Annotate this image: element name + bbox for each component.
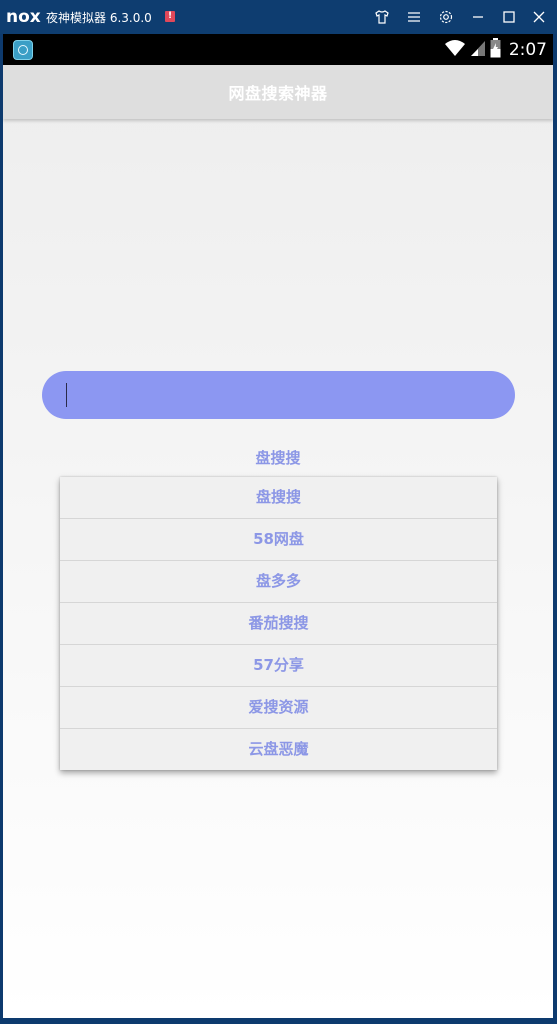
menu-icon[interactable] xyxy=(404,7,424,27)
engine-option-fanqiesousou[interactable]: 番茄搜搜 xyxy=(60,603,497,645)
engine-option-pansousou[interactable]: 盘搜搜 xyxy=(60,477,497,519)
alert-badge[interactable]: ! xyxy=(165,11,175,22)
maximize-icon[interactable] xyxy=(499,7,519,27)
emulator-title: 夜神模拟器 6.3.0.0 xyxy=(46,11,152,25)
engine-option-58wangpan[interactable]: 58网盘 xyxy=(60,519,497,561)
status-bar: 2:07 xyxy=(3,34,553,65)
emulator-title-bar: nox 夜神模拟器 6.3.0.0 ! xyxy=(0,0,557,34)
engine-option-aisouziyuan[interactable]: 爱搜资源 xyxy=(60,687,497,729)
nox-logo: nox xyxy=(6,7,41,27)
search-input[interactable] xyxy=(42,371,515,419)
battery-icon xyxy=(490,38,501,62)
engine-option-57fenxiang[interactable]: 57分享 xyxy=(60,645,497,687)
status-right: 2:07 xyxy=(444,38,547,62)
skin-icon[interactable] xyxy=(372,7,392,27)
engine-option-panduoduo[interactable]: 盘多多 xyxy=(60,561,497,603)
engine-option-yunpanemo[interactable]: 云盘恶魔 xyxy=(60,729,497,770)
status-clock: 2:07 xyxy=(508,40,547,60)
text-cursor xyxy=(66,383,67,407)
page-title: 网盘搜索神器 xyxy=(228,84,328,103)
android-screen: 2:07 网盘搜索神器 盘搜搜 盘搜搜 58网盘 盘多多 番茄搜搜 57分享 爱… xyxy=(3,34,553,1018)
minimize-icon[interactable] xyxy=(468,7,488,27)
wifi-icon xyxy=(444,39,466,61)
app-notification-icon xyxy=(13,40,33,60)
engine-selector[interactable]: 盘搜搜 xyxy=(3,447,553,468)
close-icon[interactable] xyxy=(529,7,549,27)
engine-dropdown: 盘搜搜 58网盘 盘多多 番茄搜搜 57分享 爱搜资源 云盘恶魔 xyxy=(60,477,497,770)
signal-icon xyxy=(470,39,486,61)
app-bar: 网盘搜索神器 xyxy=(3,65,553,119)
settings-icon[interactable] xyxy=(436,7,456,27)
